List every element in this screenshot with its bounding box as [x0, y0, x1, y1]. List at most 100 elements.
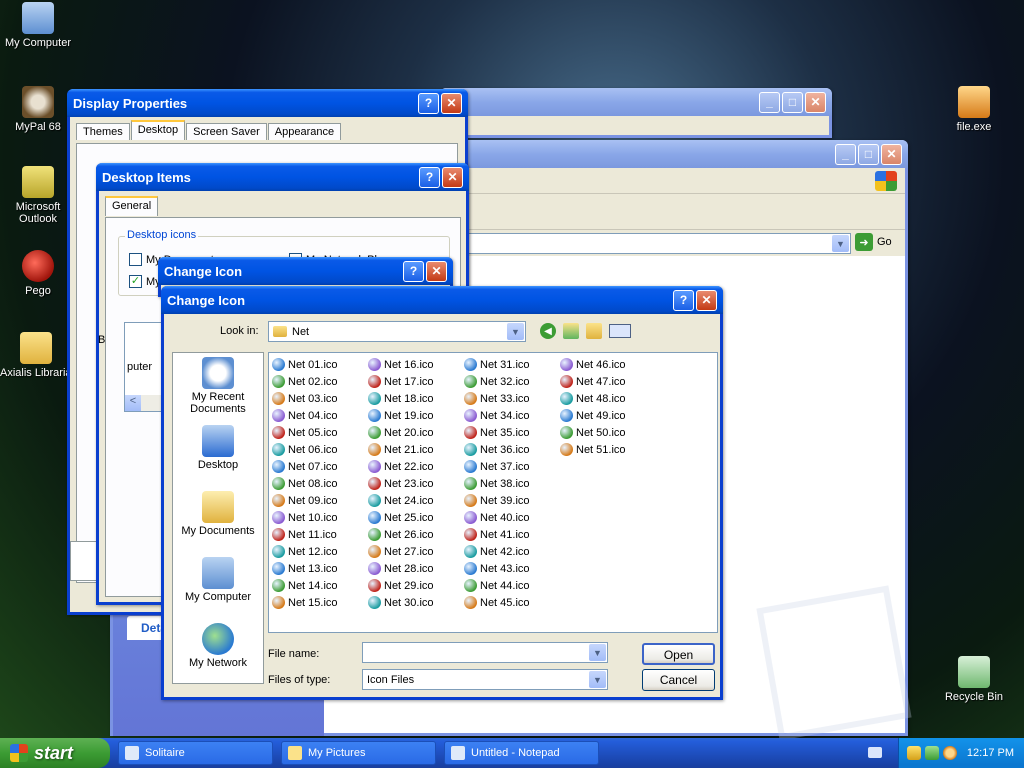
file-item[interactable]: Net 25.ico: [368, 509, 464, 526]
file-item[interactable]: Net 24.ico: [368, 492, 464, 509]
scroll-left-button[interactable]: <: [125, 395, 141, 411]
file-item[interactable]: Net 15.ico: [272, 594, 368, 611]
file-item[interactable]: Net 12.ico: [272, 543, 368, 560]
close-button[interactable]: ✕: [805, 91, 826, 113]
file-item[interactable]: Net 34.ico: [464, 407, 560, 424]
file-item[interactable]: Net 16.ico: [368, 356, 464, 373]
desktop-icon-pego[interactable]: Pego: [0, 250, 76, 297]
file-item[interactable]: Net 39.ico: [464, 492, 560, 509]
file-item[interactable]: Net 40.ico: [464, 509, 560, 526]
open-button[interactable]: Open: [642, 643, 715, 665]
file-item[interactable]: Net 06.ico: [272, 441, 368, 458]
desktop-icon-mypal[interactable]: MyPal 68: [0, 86, 76, 133]
place-my-documents[interactable]: My Documents: [173, 491, 263, 537]
file-item[interactable]: Net 38.ico: [464, 475, 560, 492]
file-item[interactable]: Net 41.ico: [464, 526, 560, 543]
chevron-down-icon[interactable]: ▼: [589, 671, 606, 688]
close-button[interactable]: ✕: [442, 166, 463, 188]
file-item[interactable]: Net 29.ico: [368, 577, 464, 594]
background-window[interactable]: _ □ ✕: [440, 88, 832, 138]
file-item[interactable]: Net 11.ico: [272, 526, 368, 543]
desktop-icon-outlook[interactable]: Microsoft Outlook: [0, 166, 76, 225]
file-item[interactable]: Net 20.ico: [368, 424, 464, 441]
file-item[interactable]: Net 01.ico: [272, 356, 368, 373]
file-item[interactable]: Net 48.ico: [560, 390, 656, 407]
display-properties-titlebar[interactable]: Display Properties ? ✕: [67, 89, 468, 117]
maximize-button[interactable]: □: [782, 91, 803, 113]
help-button[interactable]: ?: [403, 260, 424, 282]
background-window-titlebar[interactable]: _ □ ✕: [440, 88, 832, 116]
file-item[interactable]: Net 27.ico: [368, 543, 464, 560]
file-item[interactable]: Net 42.ico: [464, 543, 560, 560]
file-item[interactable]: Net 21.ico: [368, 441, 464, 458]
taskbar-item-solitaire[interactable]: Solitaire: [118, 741, 273, 765]
file-item[interactable]: Net 17.ico: [368, 373, 464, 390]
place-my-network[interactable]: My Network: [173, 623, 263, 669]
back-arrow-icon[interactable]: ◀: [540, 323, 556, 339]
chevron-down-icon[interactable]: ▼: [589, 644, 606, 661]
tab-screen-saver[interactable]: Screen Saver: [186, 123, 267, 140]
taskbar-item-notepad[interactable]: Untitled - Notepad: [444, 741, 599, 765]
minimize-button[interactable]: _: [759, 91, 780, 113]
file-list[interactable]: Net 01.ico Net 02.ico Net 03.ico Net 04.ico…: [268, 352, 718, 633]
look-in-combo[interactable]: Net ▼: [268, 321, 526, 342]
file-item[interactable]: Net 46.ico: [560, 356, 656, 373]
start-button[interactable]: start: [0, 738, 110, 768]
file-item[interactable]: Net 23.ico: [368, 475, 464, 492]
tab-desktop[interactable]: Desktop: [130, 120, 186, 140]
file-item[interactable]: Net 13.ico: [272, 560, 368, 577]
place-my-computer[interactable]: My Computer: [173, 557, 263, 603]
file-item[interactable]: Net 02.ico: [272, 373, 368, 390]
close-button[interactable]: ✕: [696, 289, 717, 311]
file-item[interactable]: Net 33.ico: [464, 390, 560, 407]
file-item[interactable]: Net 44.ico: [464, 577, 560, 594]
chevron-down-icon[interactable]: ▼: [507, 323, 524, 340]
security-shield-icon[interactable]: [906, 746, 921, 760]
file-item[interactable]: Net 37.ico: [464, 458, 560, 475]
file-item[interactable]: Net 03.ico: [272, 390, 368, 407]
file-item[interactable]: Net 47.ico: [560, 373, 656, 390]
desktop-items-titlebar[interactable]: Desktop Items ? ✕: [96, 163, 469, 191]
file-item[interactable]: Net 31.ico: [464, 356, 560, 373]
network-icon[interactable]: [924, 746, 939, 760]
close-button[interactable]: ✕: [441, 92, 462, 114]
new-folder-icon[interactable]: [586, 323, 602, 339]
chevron-down-icon[interactable]: ▼: [832, 235, 849, 252]
maximize-button[interactable]: □: [858, 143, 879, 165]
file-item[interactable]: Net 36.ico: [464, 441, 560, 458]
file-item[interactable]: Net 26.ico: [368, 526, 464, 543]
file-item[interactable]: Net 07.ico: [272, 458, 368, 475]
change-icon-dialog[interactable]: Change Icon ? ✕ Look in: Net ▼ ◀ My Rece…: [161, 286, 723, 700]
desktop-icon-axialis[interactable]: Axialis Librarian: [0, 332, 72, 379]
file-item[interactable]: Net 51.ico: [560, 441, 656, 458]
place-recent-documents[interactable]: My Recent Documents: [173, 357, 263, 415]
desktop-icon-file-exe[interactable]: file.exe: [936, 86, 1012, 133]
change-icon-titlebar[interactable]: Change Icon ? ✕: [161, 286, 723, 314]
help-button[interactable]: ?: [419, 166, 440, 188]
file-item[interactable]: Net 49.ico: [560, 407, 656, 424]
file-item[interactable]: Net 05.ico: [272, 424, 368, 441]
go-button[interactable]: ➜ Go: [855, 233, 892, 251]
tab-appearance[interactable]: Appearance: [267, 123, 342, 140]
help-button[interactable]: ?: [673, 289, 694, 311]
file-name-combo[interactable]: ▼: [362, 642, 608, 663]
file-item[interactable]: Net 32.ico: [464, 373, 560, 390]
change-icon-back-titlebar[interactable]: Change Icon ? ✕: [158, 257, 453, 285]
keyboard-icon[interactable]: [868, 747, 882, 758]
close-button[interactable]: ✕: [426, 260, 447, 282]
file-item[interactable]: Net 09.ico: [272, 492, 368, 509]
file-item[interactable]: Net 50.ico: [560, 424, 656, 441]
desktop-icon-my-computer[interactable]: My Computer: [0, 2, 76, 49]
search-icon[interactable]: [942, 746, 957, 760]
file-item[interactable]: Net 45.ico: [464, 594, 560, 611]
file-item[interactable]: Net 43.ico: [464, 560, 560, 577]
checkbox-my-computer[interactable]: ✓ My: [129, 275, 161, 288]
file-item[interactable]: Net 28.ico: [368, 560, 464, 577]
tab-themes[interactable]: Themes: [76, 123, 130, 140]
file-type-combo[interactable]: Icon Files ▼: [362, 669, 608, 690]
file-item[interactable]: Net 18.ico: [368, 390, 464, 407]
file-item[interactable]: Net 04.ico: [272, 407, 368, 424]
place-desktop[interactable]: Desktop: [173, 425, 263, 471]
file-item[interactable]: Net 08.ico: [272, 475, 368, 492]
address-combo[interactable]: ▼: [413, 233, 851, 254]
